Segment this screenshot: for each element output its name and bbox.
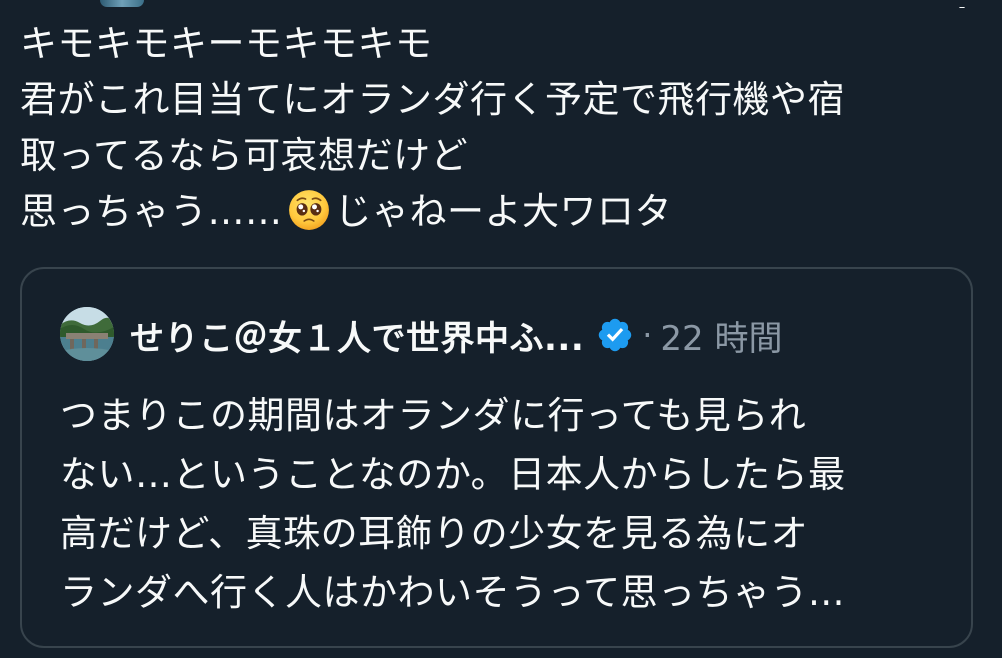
quoted-tweet-line: ランダへ行く人はかわいそうって思っちゃう... [60, 571, 845, 614]
quoted-tweet-card[interactable]: せりこ＠女１人で世界中ふ... · 22 時間 つまりこの期間はオランダに行って… [20, 267, 973, 648]
tweet-line-start: 思っちゃう…… [20, 190, 283, 233]
tweet-line-end: じゃねーよ大ワロタ [334, 190, 672, 233]
quoted-tweet-line: 高だけど、真珠の耳飾りの少女を見る為にオ [60, 512, 809, 555]
quoted-tweet-text: つまりこの期間はオランダに行っても見られ ない…ということなのか。日本人からした… [60, 386, 960, 622]
quoted-display-name[interactable]: せりこ＠女１人で世界中ふ... [130, 311, 584, 360]
tweet-line: キモキモキーモキモキモ [20, 22, 433, 65]
pleading-face-emoji [288, 190, 329, 230]
close-icon[interactable] [950, 0, 974, 8]
separator-dot: · [642, 316, 653, 354]
quoted-tweet-line: つまりこの期間はオランダに行っても見られ [60, 394, 807, 437]
tweet-line: 君がこれ目当てにオランダ行く予定で飛行機や宿 [20, 78, 845, 121]
tweet-line: 取ってるなら可哀想だけど [20, 134, 469, 177]
quoted-author-avatar[interactable] [60, 307, 114, 361]
author-avatar[interactable] [100, 0, 144, 7]
tweet-text: キモキモキーモキモキモ 君がこれ目当てにオランダ行く予定で飛行機や宿 取ってるな… [20, 16, 980, 240]
quoted-tweet-header: せりこ＠女１人で世界中ふ... · 22 時間 [130, 311, 783, 360]
verified-badge-icon [599, 318, 632, 352]
quoted-tweet-line: ない…ということなのか。日本人からしたら最 [60, 453, 846, 496]
quoted-tweet-time[interactable]: 22 時間 [660, 311, 782, 360]
tweet-line-with-emoji: 思っちゃう…… じゃねーよ大ワロタ [20, 184, 980, 240]
